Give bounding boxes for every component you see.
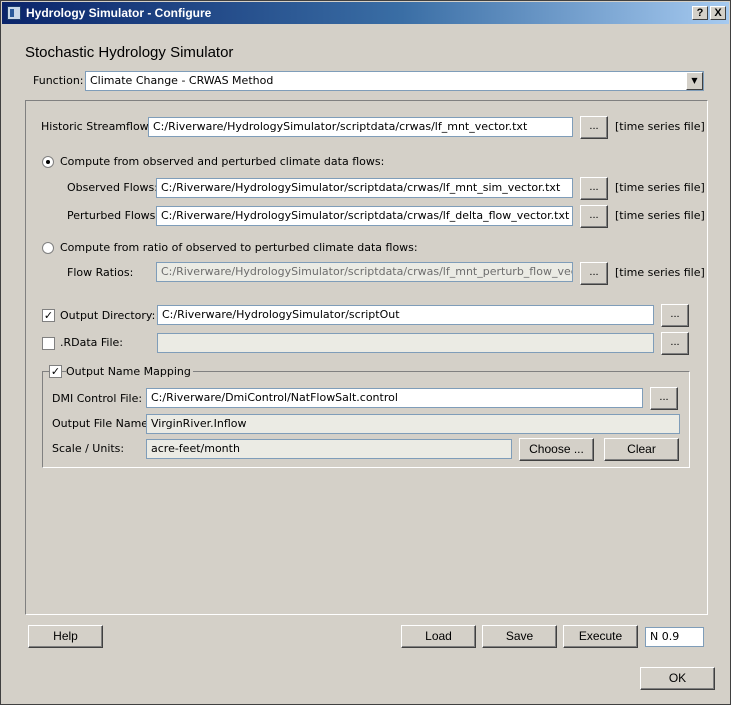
chevron-down-icon[interactable]: ▼ [686,72,703,90]
configure-window: Hydrology Simulator - Configure ? X Stoc… [0,0,731,705]
function-select[interactable]: Climate Change - CRWAS Method ▼ [85,71,704,91]
rdata-browse-button[interactable]: ... [661,332,689,355]
close-title-button[interactable]: X [710,6,726,20]
observed-browse-button[interactable]: ... [580,177,608,200]
page-title: Stochastic Hydrology Simulator [25,44,234,61]
observed-input[interactable]: C:/Riverware/HydrologySimulator/scriptda… [156,178,573,198]
dmi-label: DMI Control File: [52,392,143,405]
rdata-input[interactable] [157,333,654,353]
execute-button[interactable]: Execute [563,625,638,648]
historic-input[interactable]: C:/Riverware/HydrologySimulator/scriptda… [148,117,573,137]
ratios-label: Flow Ratios: [67,266,134,279]
ratios-browse-button[interactable]: ... [580,262,608,285]
perturbed-label: Perturbed Flows: [67,209,160,222]
mapping-label: Output Name Mapping [66,365,193,379]
perturbed-hint: [time series file] [615,209,705,222]
output-dir-checkbox[interactable]: ✓ [42,309,55,322]
clear-button[interactable]: Clear [604,438,679,461]
function-value: Climate Change - CRWAS Method [90,74,274,87]
ratios-hint: [time series file] [615,266,705,279]
app-icon [7,6,21,20]
help-button[interactable]: Help [28,625,103,648]
perturbed-option-label: Compute from observed and perturbed clim… [60,155,385,168]
perturbed-input[interactable]: C:/Riverware/HydrologySimulator/scriptda… [156,206,573,226]
out-name-label: Output File Name: [52,417,152,430]
rdata-checkbox[interactable] [42,337,55,350]
observed-label: Observed Flows: [67,181,158,194]
save-button[interactable]: Save [482,625,557,648]
help-title-button[interactable]: ? [692,6,708,20]
dmi-input[interactable]: C:/Riverware/DmiControl/NatFlowSalt.cont… [146,388,643,408]
perturbed-radio[interactable] [42,156,54,168]
rdata-label: .RData File: [60,336,124,349]
scale-input[interactable]: acre-feet/month [146,439,512,459]
mapping-checkbox[interactable]: ✓ [49,365,62,378]
historic-label: Historic Streamflows: [41,120,159,133]
ratio-option-label: Compute from ratio of observed to pertur… [60,241,418,254]
function-label: Function: [33,74,84,87]
title-bar: Hydrology Simulator - Configure ? X [2,2,729,24]
ok-button[interactable]: OK [640,667,715,690]
dmi-browse-button[interactable]: ... [650,387,678,410]
historic-browse-button[interactable]: ... [580,116,608,139]
ratios-input[interactable]: C:/Riverware/HydrologySimulator/scriptda… [156,262,573,282]
observed-hint: [time series file] [615,181,705,194]
output-dir-browse-button[interactable]: ... [661,304,689,327]
out-name-input[interactable]: VirginRiver.Inflow [146,414,680,434]
window-title: Hydrology Simulator - Configure [26,6,212,20]
choose-button[interactable]: Choose ... [519,438,594,461]
perturbed-browse-button[interactable]: ... [580,205,608,228]
output-dir-label: Output Directory: [60,309,156,322]
scale-label: Scale / Units: [52,442,125,455]
ratio-radio[interactable] [42,242,54,254]
output-dir-input[interactable]: C:/Riverware/HydrologySimulator/scriptOu… [157,305,654,325]
param-input[interactable]: N 0.9 [645,627,704,647]
load-button[interactable]: Load [401,625,476,648]
historic-hint: [time series file] [615,120,705,133]
